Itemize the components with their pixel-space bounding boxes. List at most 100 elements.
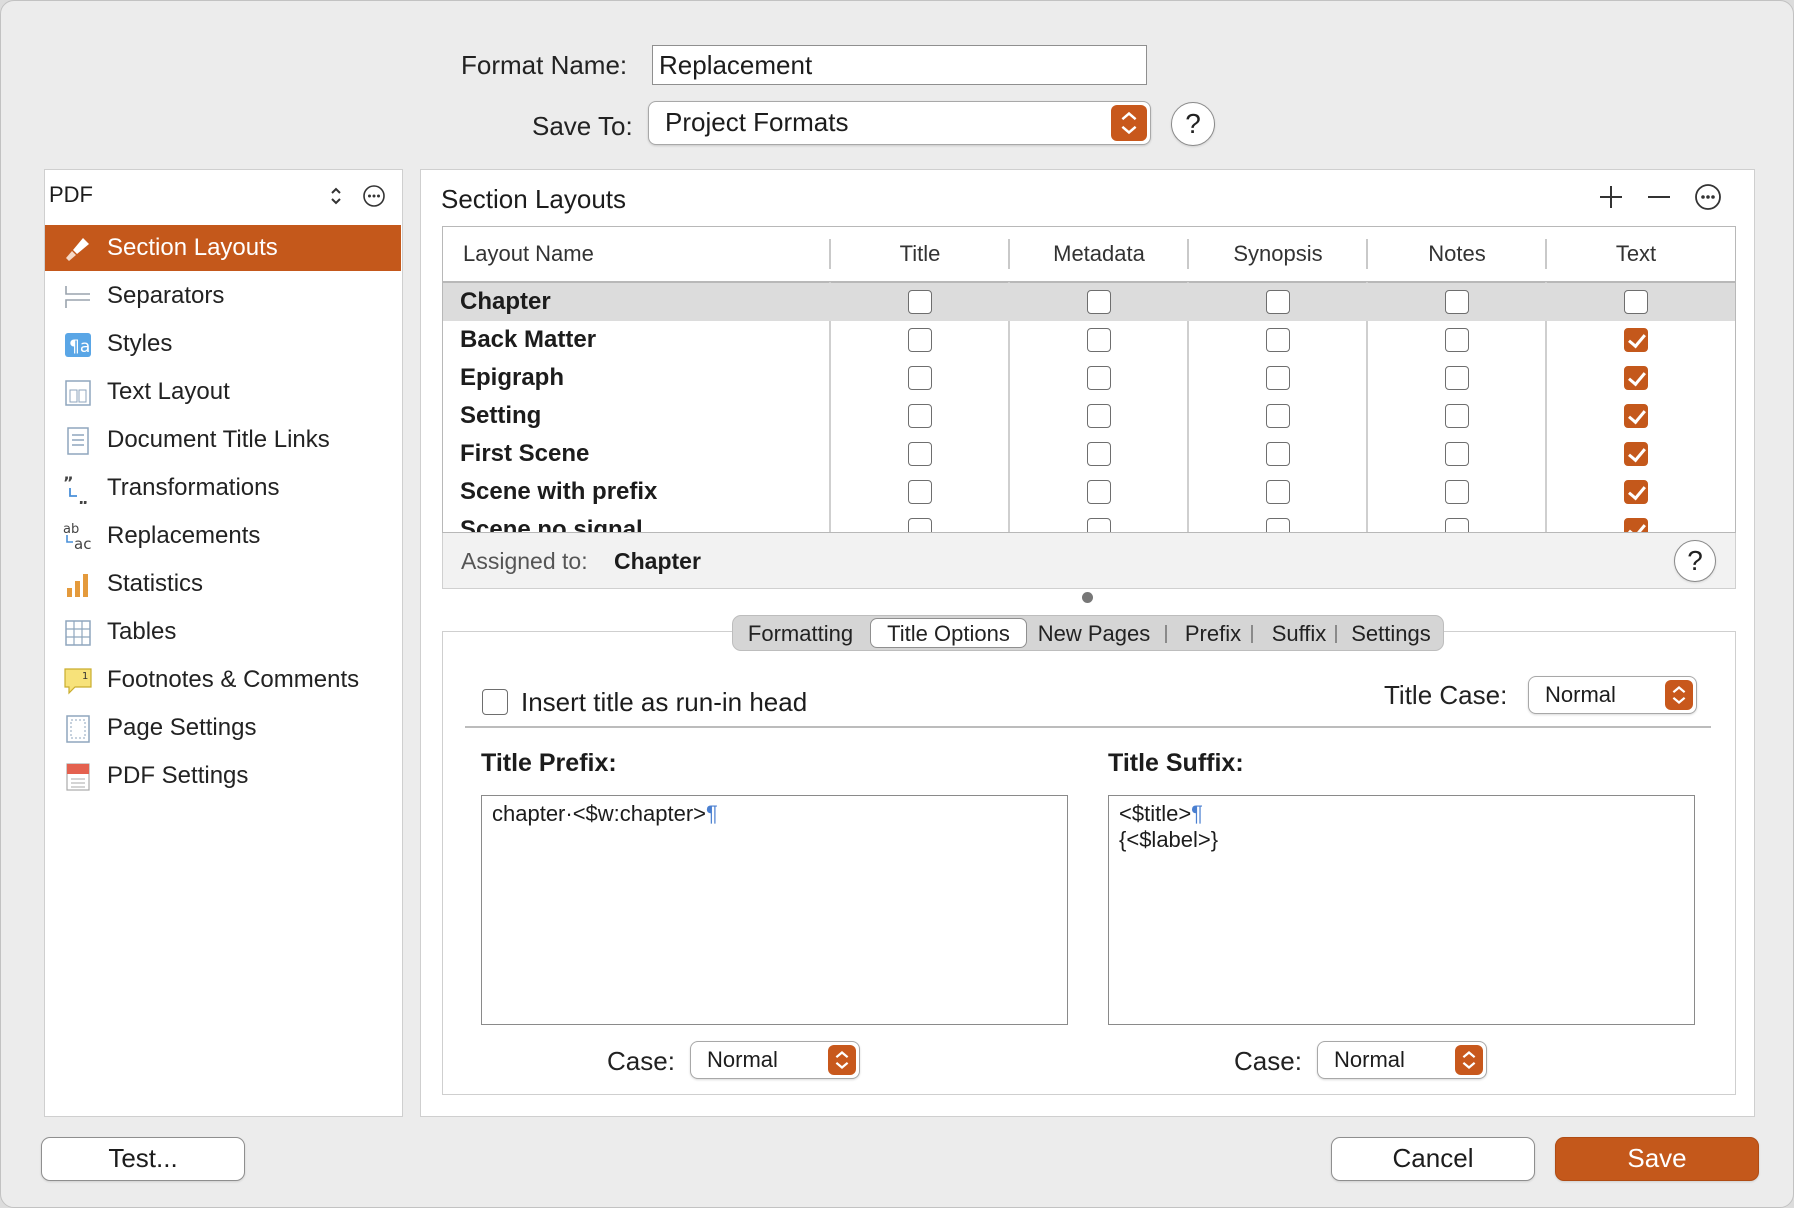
- column-header-notes[interactable]: Notes: [1368, 227, 1546, 281]
- synopsis-checkbox[interactable]: [1266, 328, 1290, 352]
- selector-chevron-icon[interactable]: [327, 184, 345, 208]
- cancel-button[interactable]: Cancel: [1331, 1137, 1535, 1181]
- table-row[interactable]: First Scene: [443, 435, 1648, 473]
- synopsis-checkbox[interactable]: [1266, 290, 1290, 314]
- sidebar-item-section-layouts[interactable]: Section Layouts: [45, 225, 401, 271]
- title-case-label: Title Case:: [1384, 680, 1508, 710]
- table-row[interactable]: Chapter: [443, 283, 1735, 321]
- column-header-metadata[interactable]: Metadata: [1010, 227, 1188, 281]
- text-checkbox[interactable]: [1624, 442, 1648, 466]
- title-checkbox[interactable]: [908, 442, 932, 466]
- brush-icon: [63, 234, 93, 264]
- text-checkbox[interactable]: [1624, 366, 1648, 390]
- notes-checkbox[interactable]: [1445, 442, 1469, 466]
- format-name-field[interactable]: Replacement: [652, 45, 1147, 85]
- metadata-checkbox[interactable]: [1087, 442, 1111, 466]
- up-down-chevron-icon: [828, 1045, 856, 1075]
- notes-checkbox[interactable]: [1445, 290, 1469, 314]
- sidebar-item-text-layout[interactable]: Text Layout: [45, 369, 401, 415]
- column-header-synopsis[interactable]: Synopsis: [1189, 227, 1367, 281]
- text-checkbox[interactable]: [1624, 290, 1648, 314]
- notes-checkbox[interactable]: [1445, 328, 1469, 352]
- suffix-case-popup[interactable]: Normal: [1317, 1041, 1487, 1079]
- remove-icon[interactable]: [1645, 183, 1673, 211]
- title-checkbox[interactable]: [908, 518, 932, 532]
- sidebar-item-document-title-links[interactable]: Document Title Links: [45, 417, 401, 463]
- tab-settings[interactable]: Settings: [1341, 616, 1441, 652]
- save-to-popup[interactable]: Project Formats: [648, 101, 1151, 145]
- column-header-text[interactable]: Text: [1547, 227, 1725, 281]
- text-checkbox[interactable]: [1624, 480, 1648, 504]
- title-checkbox[interactable]: [908, 404, 932, 428]
- column-header-layout-name[interactable]: Layout Name: [463, 227, 594, 281]
- table-row[interactable]: Epigraph: [443, 359, 1648, 397]
- sidebar-item-footnotes-comments[interactable]: 1 Footnotes & Comments: [45, 657, 401, 703]
- metadata-checkbox[interactable]: [1087, 480, 1111, 504]
- tab-new-pages[interactable]: New Pages: [1029, 616, 1159, 652]
- format-type-selector[interactable]: PDF: [49, 182, 93, 208]
- title-checkbox[interactable]: [908, 480, 932, 504]
- run-in-head-checkbox[interactable]: [482, 689, 508, 715]
- synopsis-checkbox[interactable]: [1266, 404, 1290, 428]
- sidebar-item-transformations[interactable]: ” „ Transformations: [45, 465, 401, 511]
- sidebar-item-statistics[interactable]: Statistics: [45, 561, 401, 607]
- up-down-chevron-icon: [1111, 105, 1147, 141]
- text-checkbox[interactable]: [1624, 404, 1648, 428]
- format-editor-window: Format Name: Replacement Save To: Projec…: [0, 0, 1794, 1208]
- tab-formatting[interactable]: Formatting: [733, 616, 868, 652]
- sidebar-item-tables[interactable]: Tables: [45, 609, 401, 655]
- sidebar-item-label: Text Layout: [107, 378, 230, 405]
- prefix-case-popup[interactable]: Normal: [690, 1041, 860, 1079]
- help-button[interactable]: ?: [1171, 102, 1215, 146]
- notes-checkbox[interactable]: [1445, 518, 1469, 532]
- sidebar-item-label: Transformations: [107, 474, 280, 501]
- metadata-checkbox[interactable]: [1087, 328, 1111, 352]
- synopsis-checkbox[interactable]: [1266, 518, 1290, 532]
- notes-checkbox[interactable]: [1445, 366, 1469, 390]
- column-header-title[interactable]: Title: [831, 227, 1009, 281]
- sidebar-item-separators[interactable]: Separators: [45, 273, 401, 319]
- suffix-text-line: {<$label>}: [1119, 827, 1219, 852]
- notes-checkbox[interactable]: [1445, 480, 1469, 504]
- add-icon[interactable]: [1597, 183, 1625, 211]
- table-row[interactable]: Setting: [443, 397, 1648, 435]
- sidebar-item-pdf-settings[interactable]: PDF Settings: [45, 753, 401, 799]
- svg-text:ac: ac: [74, 535, 91, 552]
- title-checkbox[interactable]: [908, 290, 932, 314]
- table-row[interactable]: Back Matter: [443, 321, 1648, 359]
- layout-name: Chapter: [460, 288, 551, 315]
- layout-name: Setting: [460, 402, 542, 429]
- title-prefix-textarea[interactable]: chapter·<$w:chapter>¶: [481, 795, 1068, 1025]
- metadata-checkbox[interactable]: [1087, 366, 1111, 390]
- metadata-checkbox[interactable]: [1087, 518, 1111, 532]
- title-case-popup[interactable]: Normal: [1528, 676, 1697, 714]
- footnote-icon: 1: [63, 666, 93, 696]
- synopsis-checkbox[interactable]: [1266, 480, 1290, 504]
- notes-checkbox[interactable]: [1445, 404, 1469, 428]
- sidebar-item-styles[interactable]: ¶a Styles: [45, 321, 401, 367]
- title-suffix-textarea[interactable]: <$title>¶ {<$label>}: [1108, 795, 1695, 1025]
- table-row[interactable]: Scene no signal: [443, 511, 1648, 532]
- assigned-help-button[interactable]: ?: [1674, 540, 1716, 582]
- test-button[interactable]: Test...: [41, 1137, 245, 1181]
- text-checkbox[interactable]: [1624, 518, 1648, 532]
- bar-chart-icon: [63, 570, 93, 600]
- tab-prefix[interactable]: Prefix: [1173, 616, 1253, 652]
- title-checkbox[interactable]: [908, 366, 932, 390]
- metadata-checkbox[interactable]: [1087, 290, 1111, 314]
- tab-suffix[interactable]: Suffix: [1257, 616, 1341, 652]
- synopsis-checkbox[interactable]: [1266, 366, 1290, 390]
- title-checkbox[interactable]: [908, 328, 932, 352]
- save-button[interactable]: Save: [1555, 1137, 1759, 1181]
- split-handle[interactable]: [1082, 592, 1093, 603]
- text-checkbox[interactable]: [1624, 328, 1648, 352]
- table-row[interactable]: Scene with prefix: [443, 473, 1648, 511]
- sidebar-more-icon[interactable]: [362, 184, 386, 208]
- tab-title-options[interactable]: Title Options: [870, 618, 1027, 648]
- sidebar-item-replacements[interactable]: ab ac Replacements: [45, 513, 401, 559]
- synopsis-checkbox[interactable]: [1266, 442, 1290, 466]
- sidebar-item-page-settings[interactable]: Page Settings: [45, 705, 401, 751]
- metadata-checkbox[interactable]: [1087, 404, 1111, 428]
- quotes-transform-icon: ” „: [63, 473, 93, 508]
- table-more-icon[interactable]: [1694, 183, 1722, 211]
